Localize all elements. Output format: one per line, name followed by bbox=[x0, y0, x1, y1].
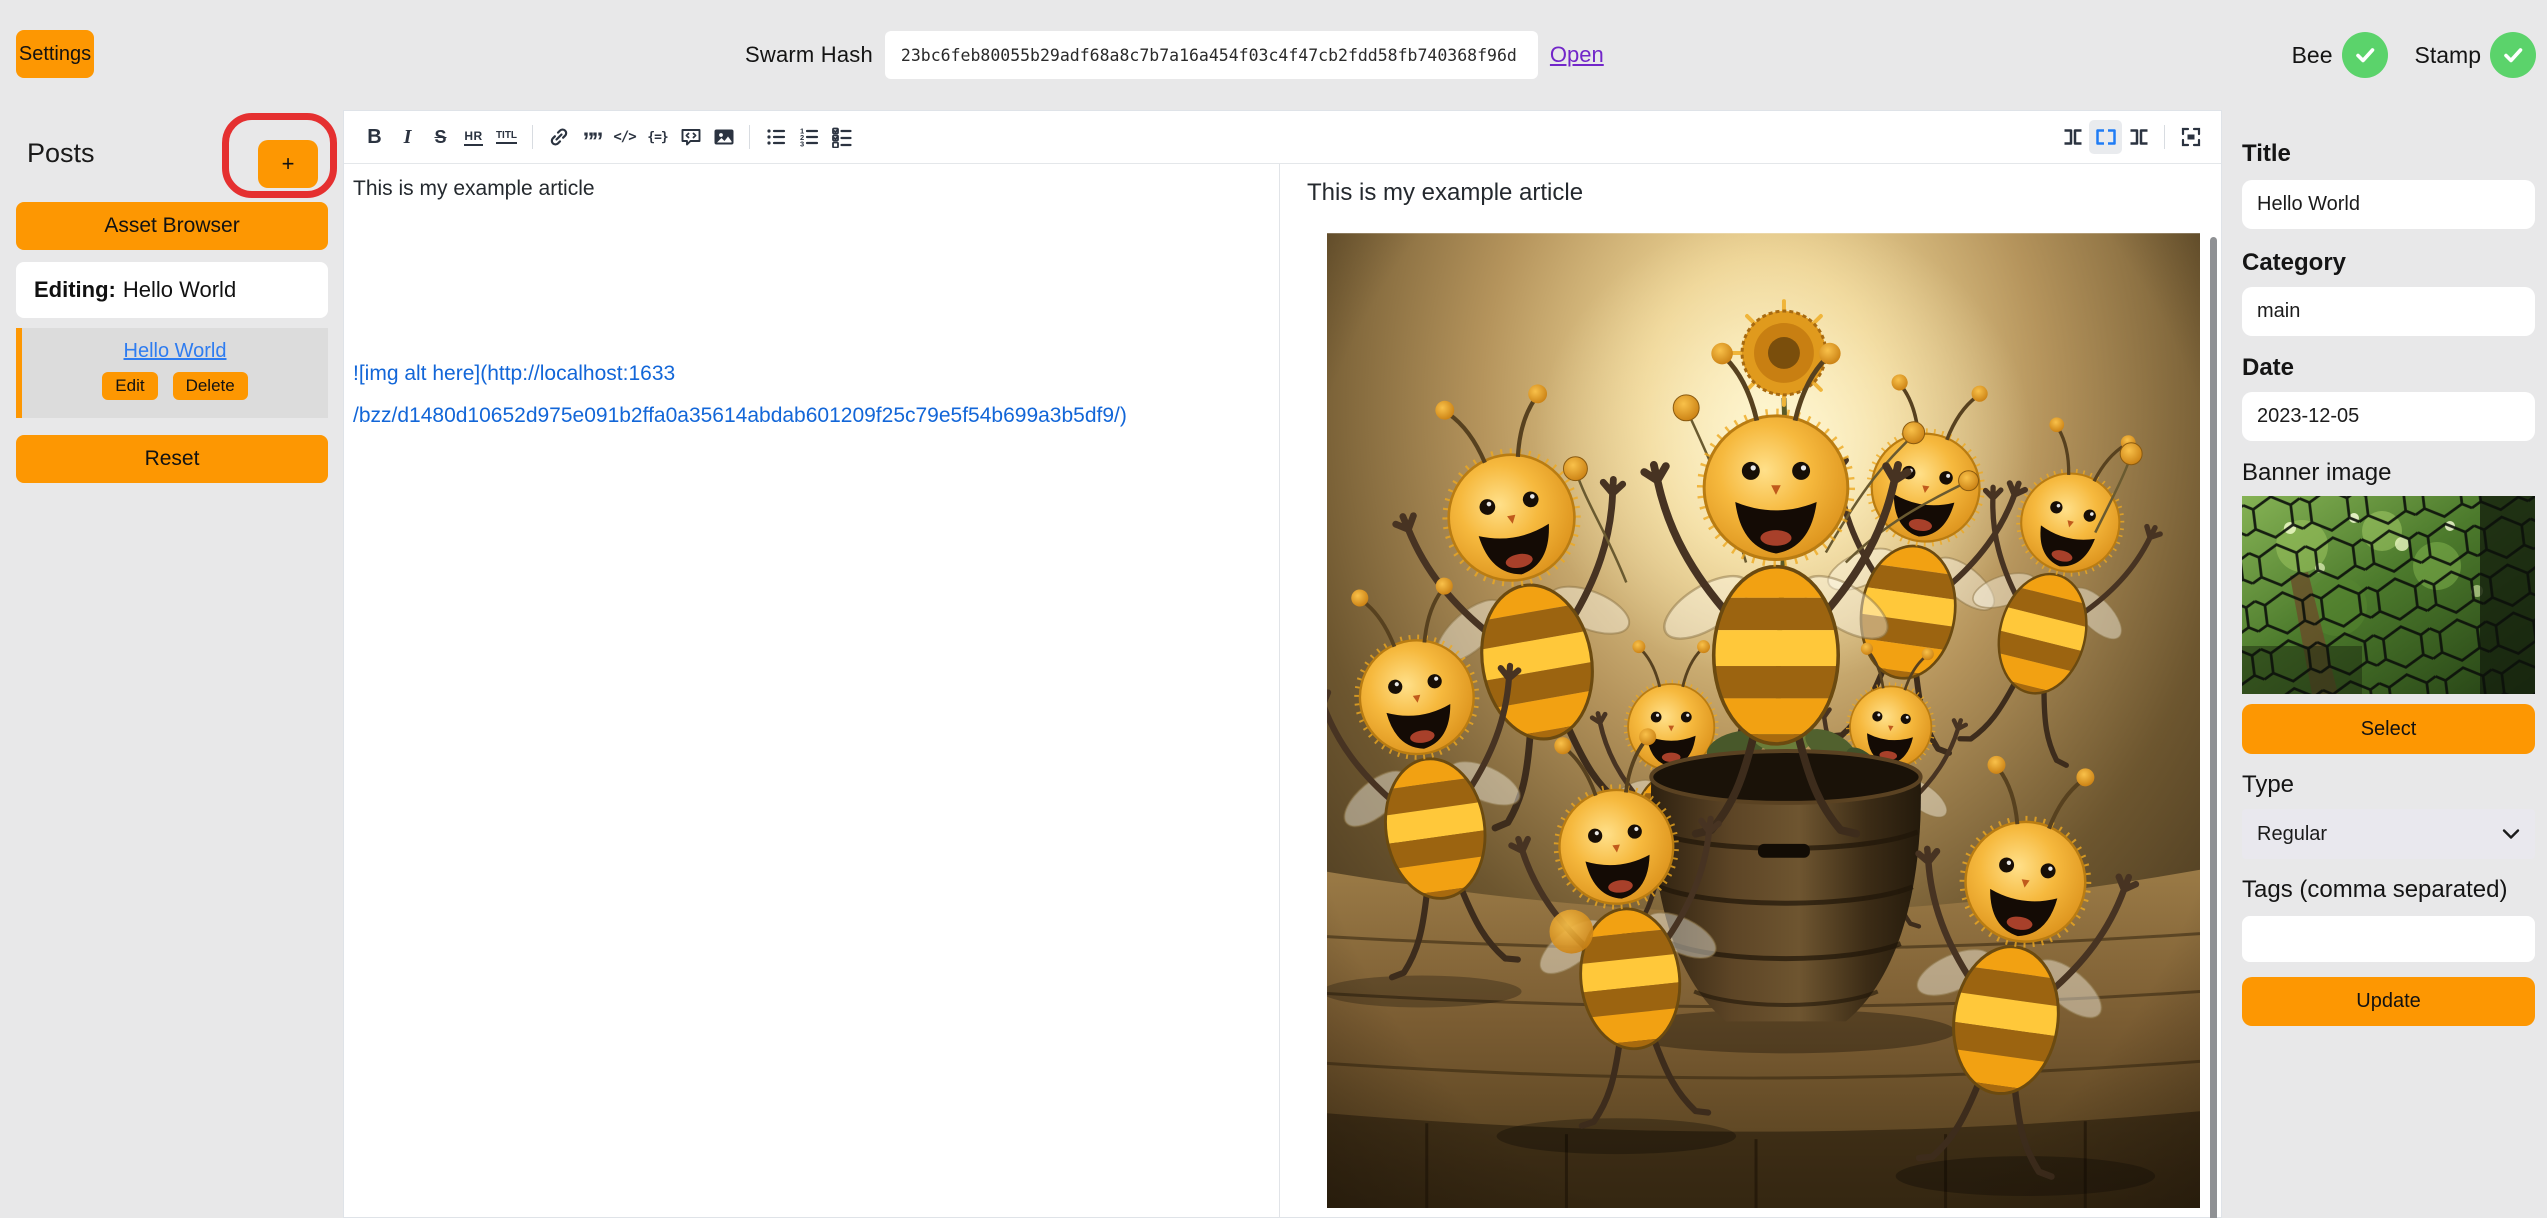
delete-post-button[interactable]: Delete bbox=[173, 372, 248, 400]
toolbar-divider bbox=[532, 125, 533, 149]
stamp-status-label: Stamp bbox=[2415, 42, 2481, 69]
editor-toolbar: B I S HR TITL ”” </> {=} bbox=[344, 111, 2221, 164]
post-inspector: Title Category Date Banner image bbox=[2222, 110, 2547, 1218]
swarm-hash-input[interactable] bbox=[885, 31, 1538, 79]
markdown-preview: This is my example article bbox=[1280, 164, 2221, 1218]
toolbar-divider bbox=[2164, 125, 2165, 149]
code-block-icon[interactable]: {=} bbox=[641, 120, 674, 154]
link-icon[interactable] bbox=[542, 120, 575, 154]
post-actions: Edit Delete bbox=[102, 372, 247, 400]
stamp-check-icon bbox=[2490, 32, 2536, 78]
posts-sidebar: Posts + Asset Browser Editing: Hello Wor… bbox=[0, 110, 343, 1218]
bee-status-label: Bee bbox=[2292, 42, 2333, 69]
date-input[interactable] bbox=[2242, 392, 2535, 441]
blockquote-icon[interactable]: ”” bbox=[575, 120, 608, 154]
preview-bee-image bbox=[1327, 233, 2200, 1208]
app-root: Settings Swarm Hash Open Bee Stamp Posts… bbox=[0, 0, 2547, 1218]
reset-button[interactable]: Reset bbox=[16, 435, 328, 483]
inline-code-icon[interactable]: </> bbox=[608, 120, 641, 154]
bold-button[interactable]: B bbox=[358, 120, 391, 154]
ordered-list-icon[interactable]: 1 2 3 bbox=[792, 120, 825, 154]
strikethrough-button[interactable]: S bbox=[424, 120, 457, 154]
italic-button[interactable]: I bbox=[391, 120, 424, 154]
editor-only-view-icon[interactable] bbox=[2056, 120, 2089, 154]
post-list-item: Hello World Edit Delete bbox=[16, 328, 328, 418]
preview-only-view-icon[interactable] bbox=[2122, 120, 2155, 154]
preview-scrollbar-thumb[interactable] bbox=[2210, 237, 2217, 1218]
banner-image-label: Banner image bbox=[2242, 459, 2535, 487]
code-comment-icon[interactable] bbox=[674, 120, 707, 154]
status-group: Bee Stamp bbox=[2292, 0, 2536, 110]
type-label: Type bbox=[2242, 771, 2535, 799]
svg-text:3: 3 bbox=[800, 140, 804, 149]
editing-label: Editing: bbox=[34, 277, 116, 303]
toolbar-right-group bbox=[2056, 120, 2207, 154]
category-label: Category bbox=[2242, 249, 2535, 277]
title-label: Title bbox=[2242, 140, 2535, 168]
editor-panel: B I S HR TITL ”” </> {=} bbox=[343, 110, 2222, 1218]
update-button[interactable]: Update bbox=[2242, 977, 2535, 1026]
tags-label: Tags (comma separated) bbox=[2242, 876, 2535, 904]
asset-browser-button[interactable]: Asset Browser bbox=[16, 202, 328, 250]
markdown-editor[interactable]: This is my example article ![img alt her… bbox=[344, 164, 1280, 1218]
posts-heading: Posts bbox=[27, 138, 95, 169]
select-banner-button[interactable]: Select bbox=[2242, 704, 2535, 754]
banner-image-thumbnail[interactable] bbox=[2242, 496, 2535, 694]
image-icon[interactable] bbox=[707, 120, 740, 154]
title-input[interactable] bbox=[2242, 180, 2535, 229]
tags-input[interactable] bbox=[2242, 916, 2535, 962]
title-button[interactable]: TITL bbox=[490, 120, 523, 154]
type-select[interactable]: Regular bbox=[2242, 809, 2535, 859]
fullscreen-icon[interactable] bbox=[2174, 120, 2207, 154]
editor-markdown-image-link: ![img alt here](http://localhost:1633 /b… bbox=[353, 353, 1267, 437]
settings-button[interactable]: Settings bbox=[16, 30, 94, 78]
swarm-hash-label: Swarm Hash bbox=[745, 42, 873, 68]
editing-status-card: Editing: Hello World bbox=[16, 262, 328, 318]
post-title-link[interactable]: Hello World bbox=[124, 340, 227, 363]
editor-text-line: This is my example article bbox=[353, 175, 1267, 203]
bee-check-icon bbox=[2342, 32, 2388, 78]
preview-paragraph: This is my example article bbox=[1307, 179, 2221, 207]
editor-body: This is my example article ![img alt her… bbox=[344, 164, 2221, 1218]
toolbar-divider bbox=[749, 125, 750, 149]
date-label: Date bbox=[2242, 354, 2535, 382]
unordered-list-icon[interactable] bbox=[759, 120, 792, 154]
task-list-icon[interactable] bbox=[825, 120, 858, 154]
editing-post-name: Hello World bbox=[123, 277, 236, 303]
new-post-button[interactable]: + bbox=[258, 140, 318, 188]
swarm-hash-group: Swarm Hash Open bbox=[745, 0, 1604, 110]
topbar: Settings Swarm Hash Open Bee Stamp bbox=[0, 0, 2547, 110]
edit-post-button[interactable]: Edit bbox=[102, 372, 157, 400]
split-view-icon[interactable] bbox=[2089, 120, 2122, 154]
chevron-down-icon bbox=[2502, 828, 2520, 840]
category-input[interactable] bbox=[2242, 287, 2535, 336]
horizontal-rule-button[interactable]: HR bbox=[457, 120, 490, 154]
type-select-value: Regular bbox=[2257, 823, 2327, 846]
open-link[interactable]: Open bbox=[1550, 42, 1604, 68]
